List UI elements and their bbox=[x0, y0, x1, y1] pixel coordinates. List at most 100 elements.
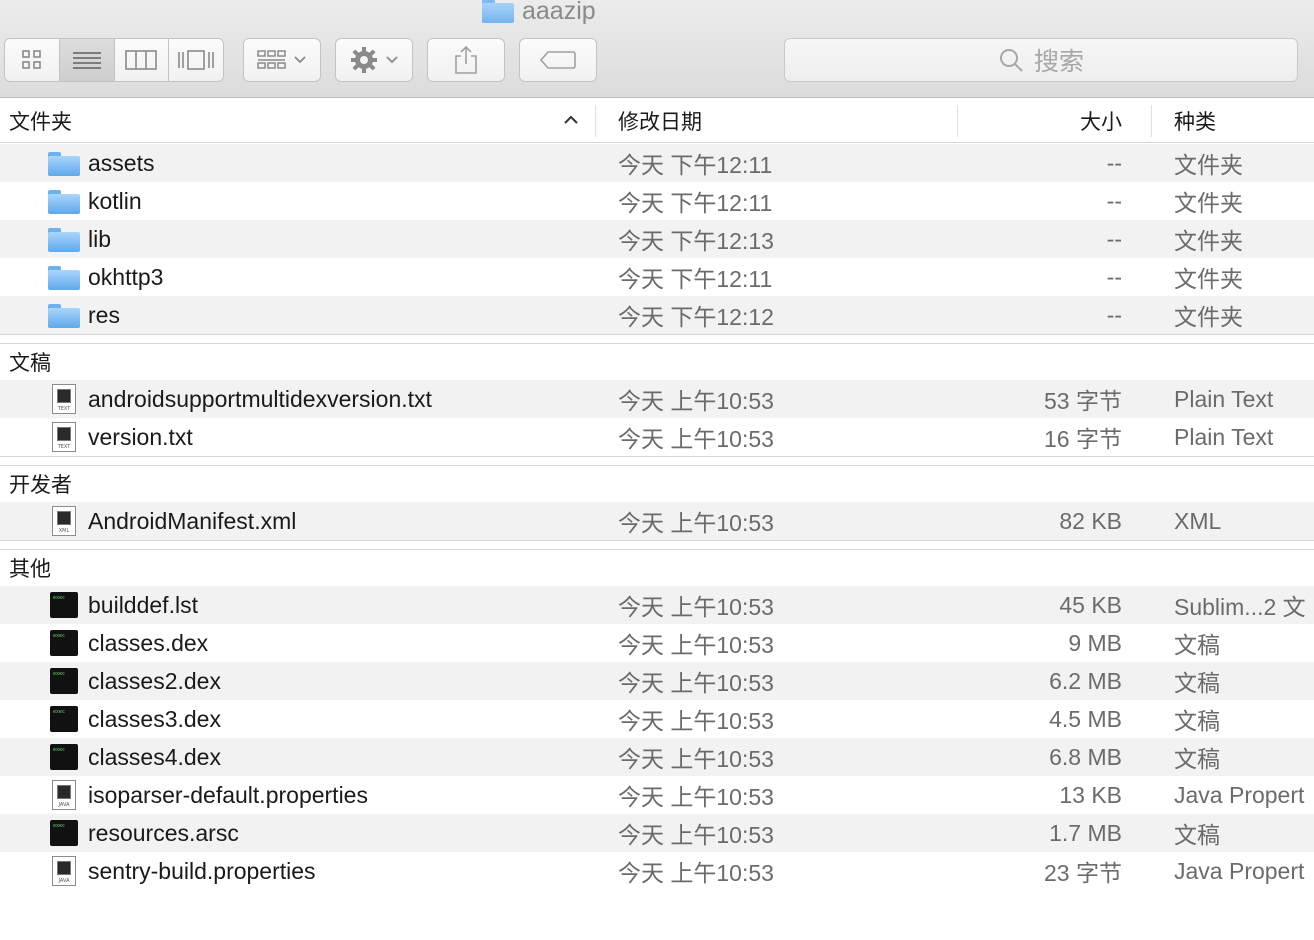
table-row[interactable]: exec classes.dex 今天 上午10:53 9 MB 文稿 bbox=[0, 624, 1314, 662]
tag-icon bbox=[539, 51, 576, 69]
file-date: 今天 上午10:53 bbox=[618, 822, 774, 848]
terminal-file-icon: exec bbox=[50, 630, 78, 656]
file-kind: 文稿 bbox=[1174, 632, 1220, 658]
table-row[interactable]: exec resources.arsc 今天 上午10:53 1.7 MB 文稿 bbox=[0, 814, 1314, 852]
file-size: 82 KB bbox=[1059, 507, 1122, 534]
list-view-button[interactable] bbox=[59, 39, 115, 81]
column-date-header[interactable]: 修改日期 bbox=[618, 99, 702, 143]
column-name-header[interactable]: 文件夹 bbox=[9, 99, 72, 143]
column-header: 文件夹 修改日期 大小 种类 bbox=[0, 99, 1314, 143]
file-kind: XML bbox=[1174, 507, 1222, 534]
table-row[interactable]: JAVA isoparser-default.properties 今天 上午1… bbox=[0, 776, 1314, 814]
file-name: AndroidManifest.xml bbox=[88, 507, 297, 534]
file-name: kotlin bbox=[88, 187, 142, 214]
grid-icon bbox=[22, 50, 41, 69]
file-size: -- bbox=[1106, 225, 1122, 252]
file-kind: Plain Text bbox=[1174, 385, 1274, 412]
java-properties-icon: JAVA bbox=[52, 856, 76, 886]
view-mode-segmented-control bbox=[4, 38, 224, 82]
action-button[interactable] bbox=[335, 38, 413, 82]
group-header[interactable]: 其他 bbox=[0, 550, 1314, 586]
file-size: 1.7 MB bbox=[1049, 819, 1122, 846]
file-name: assets bbox=[88, 149, 155, 176]
sort-ascending-icon[interactable] bbox=[562, 113, 580, 127]
file-date: 今天 上午10:53 bbox=[618, 860, 774, 886]
file-date: 今天 上午10:53 bbox=[618, 708, 774, 734]
folder-icon bbox=[48, 264, 80, 290]
text-document-icon: TEXT bbox=[52, 422, 76, 452]
file-date: 今天 下午12:13 bbox=[618, 228, 774, 254]
table-row[interactable]: TEXT version.txt 今天 上午10:53 16 字节 Plain … bbox=[0, 418, 1314, 456]
file-size: -- bbox=[1106, 263, 1122, 290]
table-row[interactable]: exec builddef.lst 今天 上午10:53 45 KB Subli… bbox=[0, 586, 1314, 624]
share-button[interactable] bbox=[427, 38, 505, 82]
file-name: lib bbox=[88, 225, 112, 252]
table-row[interactable]: exec classes4.dex 今天 上午10:53 6.8 MB 文稿 bbox=[0, 738, 1314, 776]
tag-button[interactable] bbox=[519, 38, 597, 82]
file-name: resources.arsc bbox=[88, 819, 239, 846]
icon-view-button[interactable] bbox=[5, 39, 60, 81]
file-kind: 文稿 bbox=[1174, 746, 1220, 772]
terminal-file-icon: exec bbox=[50, 820, 78, 846]
file-name: classes2.dex bbox=[88, 667, 221, 694]
share-icon bbox=[455, 45, 477, 74]
table-row[interactable]: lib 今天 下午12:13 -- 文件夹 bbox=[0, 220, 1314, 258]
columns-icon bbox=[125, 50, 158, 70]
terminal-file-icon: exec bbox=[50, 668, 78, 694]
file-date: 今天 上午10:53 bbox=[618, 632, 774, 658]
file-date: 今天 下午12:11 bbox=[618, 152, 773, 178]
file-size: 4.5 MB bbox=[1049, 705, 1122, 732]
file-name: androidsupportmultidexversion.txt bbox=[88, 385, 432, 412]
column-view-button[interactable] bbox=[115, 39, 170, 81]
file-size: 23 字节 bbox=[1044, 860, 1122, 886]
file-date: 今天 下午12:11 bbox=[618, 266, 773, 292]
folder-icon bbox=[482, 0, 514, 23]
toolbar: aaazip 搜索 bbox=[0, 0, 1314, 98]
column-size-header[interactable]: 大小 bbox=[1080, 99, 1122, 143]
search-field[interactable]: 搜索 bbox=[784, 38, 1298, 82]
table-row[interactable]: assets 今天 下午12:11 -- 文件夹 bbox=[0, 144, 1314, 182]
arrange-button[interactable] bbox=[243, 38, 321, 82]
arrange-icon bbox=[257, 50, 286, 69]
terminal-file-icon: exec bbox=[50, 592, 78, 618]
file-size: 16 字节 bbox=[1044, 426, 1122, 452]
file-name: classes.dex bbox=[88, 629, 209, 656]
file-date: 今天 上午10:53 bbox=[618, 510, 774, 536]
file-date: 今天 上午10:53 bbox=[618, 746, 774, 772]
file-kind: 文件夹 bbox=[1174, 190, 1243, 216]
chevron-down-icon bbox=[294, 56, 306, 64]
file-size: 9 MB bbox=[1068, 629, 1122, 656]
file-kind: 文稿 bbox=[1174, 670, 1220, 696]
cover-flow-icon bbox=[178, 50, 214, 70]
java-properties-icon: JAVA bbox=[52, 780, 76, 810]
file-date: 今天 上午10:53 bbox=[618, 388, 774, 414]
file-name: okhttp3 bbox=[88, 263, 164, 290]
file-size: -- bbox=[1106, 301, 1122, 328]
table-row[interactable]: kotlin 今天 下午12:11 -- 文件夹 bbox=[0, 182, 1314, 220]
window-title: aaazip bbox=[482, 0, 596, 26]
table-row[interactable]: JAVA sentry-build.properties 今天 上午10:53 … bbox=[0, 852, 1314, 890]
table-row[interactable]: exec classes2.dex 今天 上午10:53 6.2 MB 文稿 bbox=[0, 662, 1314, 700]
file-date: 今天 上午10:53 bbox=[618, 670, 774, 696]
file-size: 45 KB bbox=[1059, 591, 1122, 618]
table-row[interactable]: XML AndroidManifest.xml 今天 上午10:53 82 KB… bbox=[0, 502, 1314, 540]
table-row[interactable]: res 今天 下午12:12 -- 文件夹 bbox=[0, 296, 1314, 334]
file-kind: 文稿 bbox=[1174, 708, 1220, 734]
file-kind: Sublim...2 文 bbox=[1174, 594, 1306, 620]
text-document-icon: TEXT bbox=[52, 384, 76, 414]
cover-flow-view-button[interactable] bbox=[169, 39, 223, 81]
group-header[interactable]: 文稿 bbox=[0, 344, 1314, 380]
table-row[interactable]: exec classes3.dex 今天 上午10:53 4.5 MB 文稿 bbox=[0, 700, 1314, 738]
file-date: 今天 下午12:12 bbox=[618, 304, 774, 330]
group-header[interactable]: 开发者 bbox=[0, 466, 1314, 502]
file-kind: 文件夹 bbox=[1174, 152, 1243, 178]
file-name: res bbox=[88, 301, 120, 328]
group-divider bbox=[0, 334, 1314, 344]
file-date: 今天 下午12:11 bbox=[618, 190, 773, 216]
file-name: builddef.lst bbox=[88, 591, 198, 618]
folder-icon bbox=[48, 150, 80, 176]
table-row[interactable]: TEXT androidsupportmultidexversion.txt 今… bbox=[0, 380, 1314, 418]
column-kind-header[interactable]: 种类 bbox=[1174, 99, 1216, 143]
file-kind: 文件夹 bbox=[1174, 266, 1243, 292]
table-row[interactable]: okhttp3 今天 下午12:11 -- 文件夹 bbox=[0, 258, 1314, 296]
